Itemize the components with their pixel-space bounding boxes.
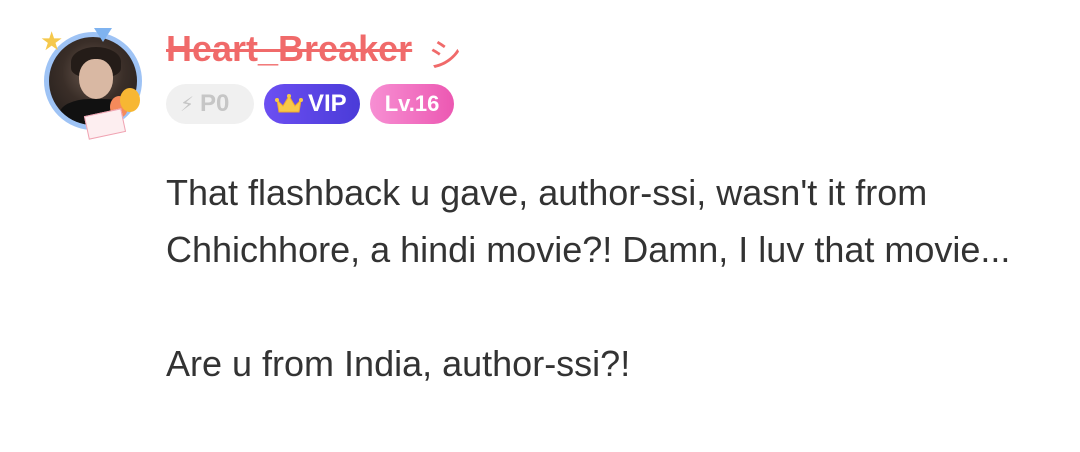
vip-label: VIP — [308, 90, 347, 117]
points-label: P0 — [200, 90, 230, 117]
bolt-icon: ⚡ — [180, 93, 195, 116]
star-icon: ★ — [40, 26, 64, 56]
avatar-face — [79, 59, 113, 99]
level-badge[interactable]: Lv.16 — [370, 84, 454, 124]
crown-icon — [275, 94, 303, 113]
balloon-icon — [120, 88, 140, 112]
avatar-frame[interactable]: ★ — [36, 24, 150, 140]
username-suffix: シ — [428, 37, 462, 75]
comment-body: That flashback u gave, author-ssi, wasn'… — [166, 164, 1046, 392]
level-label: Lv.16 — [384, 91, 440, 116]
badge-row: ⚡ P0 VIP Lv.16 — [166, 84, 454, 124]
comment-card: ★ Heart_Breaker シ ⚡ P0 VIP Lv.16 That fl… — [0, 0, 1080, 452]
vip-badge[interactable]: VIP — [264, 84, 360, 124]
flag-icon — [94, 28, 112, 42]
comment-paragraph: That flashback u gave, author-ssi, wasn'… — [166, 172, 1011, 270]
comment-paragraph: Are u from India, author-ssi?! — [166, 343, 631, 384]
points-badge[interactable]: ⚡ P0 — [166, 84, 254, 124]
username[interactable]: Heart_Breaker — [166, 28, 412, 70]
